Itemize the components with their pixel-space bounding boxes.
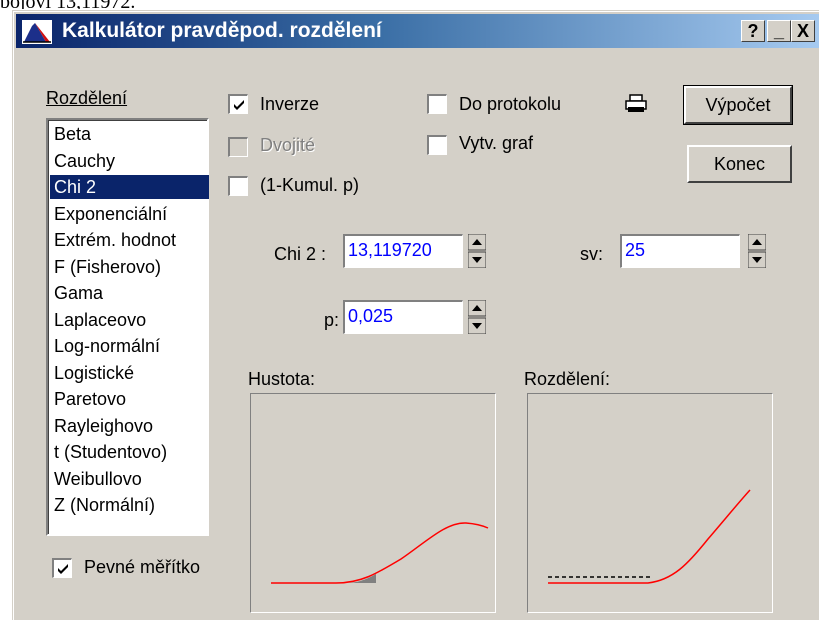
chi2-label: Chi 2 :	[274, 244, 327, 264]
distribution-plot-canvas	[548, 489, 751, 584]
sv-input[interactable]: 25	[620, 234, 740, 268]
distribution-list-item[interactable]: Paretovo	[52, 387, 204, 411]
pevne-meritko-label[interactable]: Pevné měřítko	[84, 557, 200, 578]
distribution-group-label-text: Rozdělení	[46, 88, 128, 108]
distribution-group-label: Rozdělení	[46, 88, 127, 109]
distribution-list-item[interactable]: t (Studentovo)	[52, 440, 204, 464]
calculator-window: Kalkulátor pravděpod. rozdělení ? _ X Ro…	[12, 10, 819, 620]
app-icon	[22, 20, 52, 44]
distribution-list-item[interactable]: Weibullovo	[52, 467, 204, 491]
distribution-list-item[interactable]: Cauchy	[52, 149, 204, 173]
distribution-plot-label: Rozdělení:	[524, 369, 611, 389]
printer-icon[interactable]	[625, 94, 647, 114]
distribution-list-item[interactable]: Extrém. hodnot	[52, 228, 204, 252]
kumul-label[interactable]: (1-Kumul. p)	[260, 175, 359, 196]
chi2-spinner[interactable]	[468, 234, 486, 268]
window-title: Kalkulátor pravděpod. rozdělení	[62, 19, 382, 42]
title-bar[interactable]: Kalkulátor pravděpod. rozdělení ? _ X	[16, 14, 819, 48]
help-button[interactable]: ?	[741, 20, 765, 42]
density-plot	[250, 393, 496, 613]
inverze-label[interactable]: Inverze	[260, 94, 319, 115]
background-document-text: bojovi 13,11972.	[0, 0, 819, 9]
distribution-listbox[interactable]: Beta Cauchy Chi 2 Exponenciální Extrém. hodn…	[46, 118, 209, 536]
vytv-graf-checkbox[interactable]	[427, 135, 447, 155]
p-label: p:	[324, 310, 340, 330]
distribution-list-item[interactable]: Log-normální	[52, 334, 204, 358]
p-spinner[interactable]	[468, 300, 486, 334]
p-input[interactable]: 0,025	[343, 300, 463, 334]
density-curve	[271, 522, 489, 584]
distribution-list-item[interactable]: Rayleighovo	[52, 414, 204, 438]
distribution-list-item[interactable]: Chi 2	[50, 175, 209, 199]
distribution-list-item[interactable]: Gama	[52, 281, 204, 305]
do-protokolu-checkbox[interactable]	[427, 94, 447, 114]
distribution-list-item[interactable]: Laplaceovo	[52, 308, 204, 332]
distribution-list-item[interactable]: Z (Normální)	[52, 493, 204, 517]
density-plot-label: Hustota:	[248, 369, 316, 389]
kumul-checkbox[interactable]	[228, 176, 248, 196]
chi2-input[interactable]: 13,119720	[343, 234, 463, 268]
distribution-list-item[interactable]: F (Fisherovo)	[52, 255, 204, 279]
distribution-list-item[interactable]: Logistické	[52, 361, 204, 385]
vytv-graf-label[interactable]: Vytv. graf	[459, 133, 533, 154]
pevne-meritko-checkbox[interactable]	[52, 558, 72, 578]
sv-spinner[interactable]	[748, 234, 766, 268]
distribution-list-item[interactable]: Beta	[52, 122, 204, 146]
minimize-button[interactable]: _	[767, 20, 791, 42]
inverze-checkbox[interactable]	[228, 94, 248, 114]
dvojite-checkbox[interactable]	[228, 137, 248, 157]
vypocet-button[interactable]: Výpočet	[683, 85, 793, 125]
check-icon	[234, 100, 244, 110]
dvojite-label: Dvojité	[260, 135, 316, 155]
konec-button[interactable]: Konec	[687, 145, 792, 183]
sv-label: sv:	[580, 244, 604, 264]
density-plot-canvas	[271, 522, 489, 584]
close-button[interactable]: X	[791, 20, 815, 42]
distribution-list-item[interactable]: Exponenciální	[52, 202, 204, 226]
check-icon	[58, 564, 68, 574]
distribution-plot	[527, 393, 773, 613]
cdf-curve	[548, 489, 751, 584]
do-protokolu-label[interactable]: Do protokolu	[459, 94, 561, 115]
